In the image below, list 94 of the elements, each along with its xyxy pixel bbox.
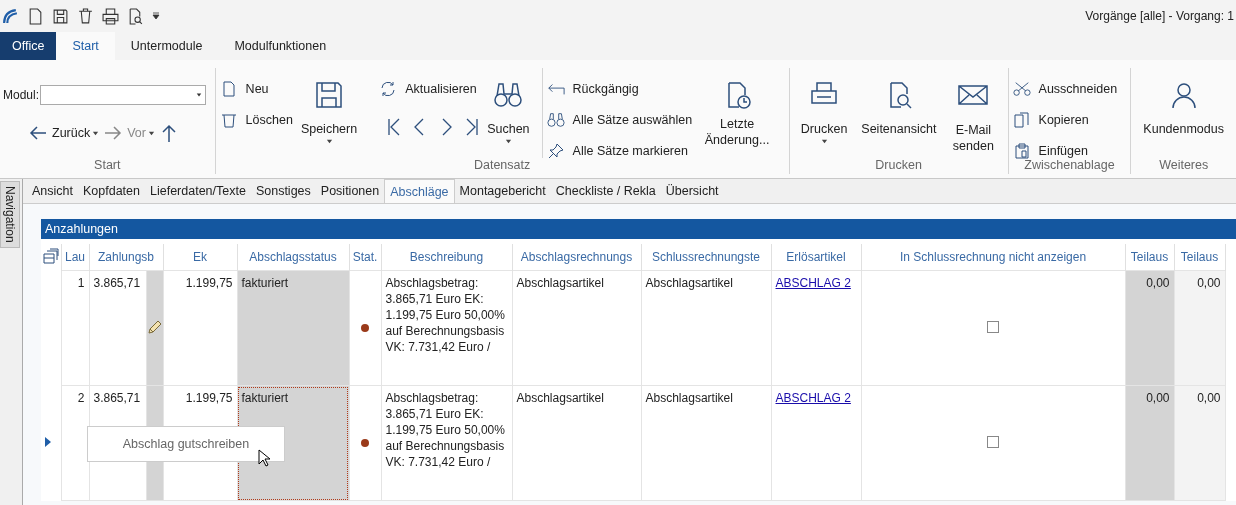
column-header[interactable]: Stat.	[349, 244, 381, 271]
trash-icon[interactable]	[77, 7, 94, 25]
first-record-icon[interactable]	[387, 117, 402, 137]
new-button[interactable]: Neu	[219, 78, 293, 100]
navigation-tab[interactable]: Navigation	[0, 181, 20, 248]
window-title: Vorgänge [alle] - Vorgang: 1	[1085, 9, 1235, 23]
group-label: Zwischenablage	[1023, 158, 1116, 174]
table-cell: Abschlagsartikel	[512, 270, 641, 386]
table-cell: 0,00	[1174, 385, 1225, 501]
table-cell: 0,00	[1125, 270, 1174, 386]
checkbox[interactable]	[987, 435, 999, 448]
column-header[interactable]: Erlösartikel	[771, 244, 861, 271]
column-header[interactable]: Ek	[163, 244, 237, 271]
table-cell: fakturiert	[237, 270, 349, 386]
ribbon-tab[interactable]: Office	[0, 32, 57, 60]
checkbox[interactable]	[987, 320, 999, 333]
binoculars-icon	[493, 80, 524, 110]
printer-icon[interactable]	[102, 7, 119, 25]
undo-arrow-icon	[546, 81, 565, 97]
undo-button[interactable]: Rückgängig	[546, 78, 693, 100]
table-cell: 0,00	[1125, 385, 1174, 501]
pencil-icon[interactable]	[147, 318, 162, 335]
column-header[interactable]: In Schlussrechnung nicht anzeigen	[861, 244, 1125, 271]
column-header[interactable]: Beschreibung	[381, 244, 512, 271]
modul-label: Modul:	[3, 88, 40, 102]
group-label: Weiteres	[1158, 158, 1210, 174]
last-record-icon[interactable]	[465, 117, 480, 137]
tab[interactable]: Checkliste / Rekla	[550, 179, 661, 203]
group-label: Datensatz	[472, 158, 532, 174]
scissors-icon	[1012, 81, 1031, 97]
save-button[interactable]: Speichern	[292, 76, 366, 145]
erloesartikel-link[interactable]: ABSCHLAG 2	[775, 391, 851, 405]
table-cell: 1	[61, 270, 89, 386]
caret-icon[interactable]	[325, 138, 333, 145]
row-indicator-icon	[45, 437, 51, 447]
table-cell: Abschlagsartikel	[641, 270, 771, 386]
status-dot-icon	[361, 324, 369, 332]
caret-icon[interactable]	[147, 129, 155, 137]
back-button[interactable]: Zurück	[52, 126, 91, 140]
table-cell: Abschlagsartikel	[641, 385, 771, 501]
clipboard-icon	[1012, 143, 1031, 159]
refresh-icon	[379, 81, 398, 97]
status-dot-icon	[361, 439, 369, 447]
cut-button[interactable]: Ausschneiden	[1012, 78, 1118, 100]
table-cell: Abschlagsbetrag: 3.865,71 Euro EK: 1.199,75 Euro 50,00% auf Berechnungsbasis VK: 7.731,42 Euro /	[381, 270, 512, 386]
delete-button[interactable]: Löschen	[219, 109, 293, 131]
trash-icon	[219, 112, 238, 128]
caret-icon[interactable]	[92, 129, 100, 137]
binoculars-icon	[546, 112, 565, 128]
search-button[interactable]: Suchen	[479, 76, 538, 145]
table-cell: 3.865,71	[89, 270, 146, 386]
table-cell: 0,00	[1174, 270, 1225, 386]
last-change-button[interactable]: Letzte Änderung...	[692, 76, 783, 148]
tab[interactable]: Übersicht	[660, 179, 724, 203]
customer-mode-button[interactable]: Kundenmodus	[1135, 76, 1232, 136]
column-header[interactable]: Abschlagsrechnungs	[512, 244, 641, 271]
ribbon-tab[interactable]: Modulfunktionen	[218, 32, 343, 60]
copy-icon	[1012, 112, 1031, 128]
preview-icon[interactable]	[127, 7, 144, 25]
tab[interactable]: Montagebericht	[454, 179, 551, 203]
erloesartikel-link[interactable]: ABSCHLAG 2	[775, 276, 851, 290]
tab[interactable]: Sonstiges	[250, 179, 316, 203]
copy-button[interactable]: Kopieren	[1012, 109, 1118, 131]
preview-button[interactable]: Seitenansicht	[854, 76, 944, 136]
column-header[interactable]: Schlussrechnungste	[641, 244, 771, 271]
save-icon	[314, 80, 344, 110]
pin-icon	[546, 143, 565, 159]
save-icon[interactable]	[52, 7, 69, 25]
app-logo-icon[interactable]	[2, 7, 19, 25]
ribbon-tab[interactable]: Start	[56, 32, 115, 60]
caret-icon[interactable]	[820, 138, 828, 145]
tab[interactable]: Ansicht	[27, 179, 78, 203]
new-document-icon[interactable]	[27, 7, 44, 25]
mark-all-button[interactable]: Alle Sätze markieren	[546, 140, 693, 162]
tab[interactable]: Kopfdaten	[78, 179, 145, 203]
tab[interactable]: Abschläge	[384, 179, 455, 203]
tab[interactable]: Lieferdaten/Texte	[145, 179, 251, 203]
panel-header: Anzahlungen	[41, 219, 1236, 239]
refresh-button[interactable]: Aktualisieren	[379, 78, 480, 100]
group-label: Drucken	[874, 158, 923, 174]
table-cell: 1.199,75	[163, 270, 237, 386]
select-all-button[interactable]: Alle Sätze auswählen	[546, 109, 693, 131]
dropdown-caret-icon[interactable]	[152, 12, 160, 20]
table-cell: Abschlagsartikel	[512, 385, 641, 501]
table-cell: Abschlagsbetrag: 3.865,71 Euro EK: 1.199,75 Euro 50,00% auf Berechnungsbasis VK: 7.731,42 Euro /	[381, 385, 512, 501]
caret-icon[interactable]	[504, 138, 512, 145]
column-chooser-icon[interactable]	[42, 247, 59, 264]
caret-icon	[196, 92, 203, 98]
email-button[interactable]: E-Mail senden	[943, 76, 1004, 154]
ribbon-tab[interactable]: Untermodule	[114, 32, 219, 60]
print-button[interactable]: Drucken	[793, 76, 855, 145]
group-label: Start	[93, 158, 122, 174]
column-header[interactable]: Lau	[61, 244, 89, 271]
tab[interactable]: Positionen	[315, 179, 385, 203]
